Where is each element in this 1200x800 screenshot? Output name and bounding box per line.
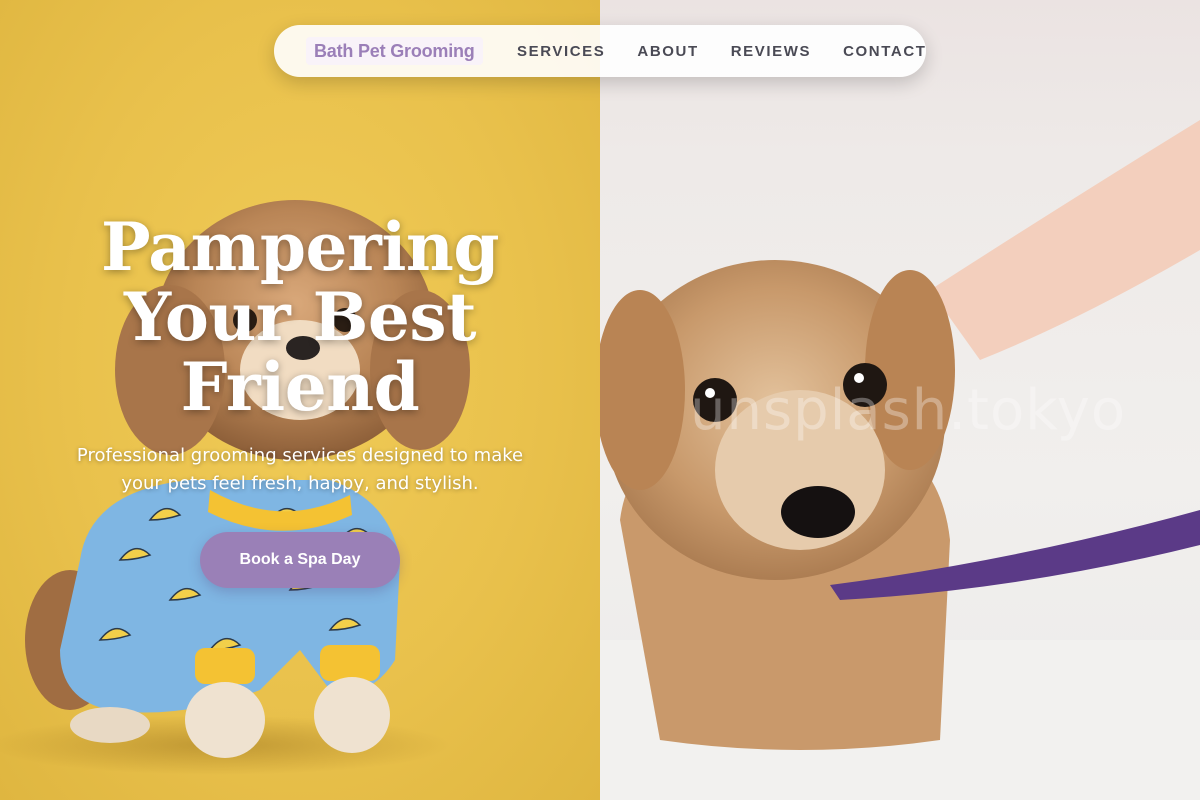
watermark-text: unsplash.tokyo [690,378,1127,443]
hero-title-line-3: Friend [180,348,420,426]
hero-title-line-1: Pampering [100,208,500,286]
book-spa-day-button[interactable]: Book a Spa Day [200,532,400,588]
nav-link-services[interactable]: SERVICES [517,43,605,60]
brand-logo-link[interactable]: Bath Pet Grooming [306,37,483,65]
nav-link-contact[interactable]: CONTACT [843,43,926,60]
hero-title: Pampering Your Best Friend [0,212,600,422]
hero-title-line-2: Your Best [123,278,477,356]
nav-links: SERVICES ABOUT REVIEWS CONTACT [517,25,927,77]
hero-section: Pampering Your Best Friend Professional … [0,212,600,498]
nav-link-reviews[interactable]: REVIEWS [731,43,811,60]
landing-page: unsplash.tokyo Bath Pet Grooming SERVICE… [0,0,1200,800]
hero-subtitle: Professional grooming services designed … [76,445,524,494]
top-navigation: Bath Pet Grooming SERVICES ABOUT REVIEWS… [274,25,926,77]
nav-link-about[interactable]: ABOUT [637,43,698,60]
